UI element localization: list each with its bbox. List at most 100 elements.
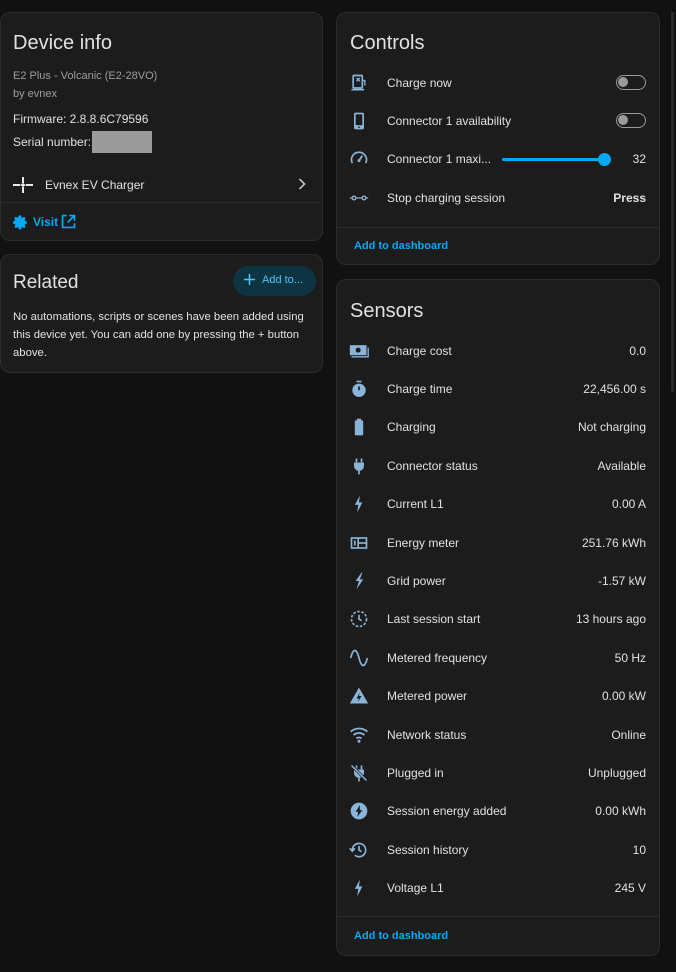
wifi-icon — [349, 725, 369, 745]
sensor-value: 50 Hz — [614, 651, 646, 665]
sensor-row[interactable]: Voltage L1 245 V — [337, 873, 659, 903]
sensors-card: Sensors Charge cost 0.0 Charge time 22,4… — [336, 279, 660, 956]
sensor-row[interactable]: Current L1 0.00 A — [337, 489, 659, 519]
sensor-row[interactable]: Network status Online — [337, 720, 659, 750]
sensor-value: Not charging — [577, 420, 646, 434]
sensor-value: Online — [611, 728, 646, 742]
history-icon — [349, 840, 369, 860]
meter-icon — [349, 533, 369, 553]
toggle-knob — [618, 115, 628, 125]
evnex-logo-icon — [12, 173, 34, 195]
firmware-version: Firmware: 2.8.8.6C79596 — [13, 112, 149, 126]
control-label[interactable]: Connector 1 availability — [387, 114, 511, 128]
sensor-row[interactable]: Plugged in Unplugged — [337, 758, 659, 788]
sensor-label: Charging — [387, 420, 436, 434]
sensor-row[interactable]: Session energy added 0.00 kWh — [337, 796, 659, 826]
scrollbar[interactable] — [671, 12, 674, 392]
sensor-value: 13 hours ago — [575, 612, 646, 626]
divider — [337, 227, 659, 228]
sensor-value: 22,456.00 s — [583, 382, 646, 396]
flash-icon — [349, 878, 369, 898]
circle-flash-icon — [349, 801, 369, 821]
sensor-value: 0.00 A — [611, 497, 646, 511]
sensor-row[interactable]: Charging Not charging — [337, 412, 659, 442]
connector-availability-toggle[interactable] — [616, 113, 646, 128]
sensors-title: Sensors — [350, 300, 424, 322]
sensor-row[interactable]: Charge time 22,456.00 s — [337, 374, 659, 404]
triangle-flash-icon — [349, 686, 369, 706]
sensor-row[interactable]: Grid power -1.57 kW — [337, 566, 659, 596]
serial-number-redacted — [92, 131, 153, 153]
sensor-row[interactable]: Metered frequency 50 Hz — [337, 643, 659, 673]
sensor-value: Available — [597, 459, 646, 473]
sensor-row[interactable]: Metered power 0.00 kW — [337, 681, 659, 711]
related-title: Related — [13, 272, 79, 293]
related-message: No automations, scripts or scenes have b… — [13, 311, 304, 359]
sensor-label: Grid power — [387, 574, 446, 588]
device-manufacturer: by evnex — [13, 88, 58, 100]
sensor-row[interactable]: Connector status Available — [337, 451, 659, 481]
control-label[interactable]: Charge now — [387, 76, 452, 90]
control-label[interactable]: Connector 1 maxi... — [387, 152, 491, 166]
add-to-button[interactable]: Add to... — [233, 266, 316, 296]
sensor-label: Session history — [387, 843, 469, 857]
battery-icon — [349, 417, 369, 437]
device-info-card: Device info E2 Plus - Volcanic (E2-28VO)… — [0, 12, 323, 241]
toggle-knob — [618, 77, 628, 87]
sensor-row[interactable]: Session history 10 — [337, 835, 659, 865]
plug-off-icon — [349, 763, 369, 783]
serial-number-label: Serial number: — [13, 135, 92, 150]
chevron-right-icon — [297, 177, 307, 196]
sensor-value: 251.76 kWh — [581, 536, 646, 550]
device-model: E2 Plus - Volcanic (E2-28VO) — [13, 70, 158, 82]
sensor-label: Energy meter — [387, 536, 460, 550]
sensor-label: Current L1 — [387, 497, 444, 511]
sensor-label: Network status — [387, 728, 467, 742]
timer-icon — [349, 379, 369, 399]
sensor-row[interactable]: Last session start 13 hours ago — [337, 604, 659, 634]
open-in-new-icon — [60, 213, 77, 235]
control-row-connector-max: Connector 1 maxi... 32 — [337, 144, 659, 174]
integration-label: Evnex EV Charger — [45, 178, 145, 192]
serial-number-row: Serial number: — [13, 131, 153, 155]
plug-icon — [349, 456, 369, 476]
sensors-add-to-dashboard[interactable]: Add to dashboard — [354, 930, 448, 942]
connector-max-slider-track[interactable] — [502, 158, 603, 161]
gear-icon — [12, 214, 29, 236]
related-card: Related Add to... No automations, script… — [0, 254, 323, 373]
sensor-label: Plugged in — [387, 766, 444, 780]
sensor-label: Charge time — [387, 382, 453, 396]
sensor-label: Voltage L1 — [387, 881, 444, 895]
device-info-title: Device info — [13, 32, 112, 54]
press-button[interactable]: Press — [613, 191, 646, 205]
divider — [337, 916, 659, 917]
sensor-row[interactable]: Charge cost 0.0 — [337, 336, 659, 366]
charge-now-toggle[interactable] — [616, 75, 646, 90]
connector-max-slider-thumb[interactable] — [598, 153, 611, 166]
sensor-value: 245 V — [614, 881, 646, 895]
control-row-connector-availability: Connector 1 availability — [337, 106, 659, 136]
sensor-value: -1.57 kW — [597, 574, 646, 588]
control-row-stop-charging: Stop charging session Press — [337, 183, 659, 213]
sensor-label: Charge cost — [387, 344, 452, 358]
sensor-label: Connector status — [387, 459, 478, 473]
sine-wave-icon — [349, 648, 369, 668]
sensor-row[interactable]: Energy meter 251.76 kWh — [337, 528, 659, 558]
tablet-icon — [349, 111, 369, 131]
ev-station-icon — [349, 73, 369, 93]
sensor-value: 0.0 — [629, 344, 646, 358]
sensor-label: Metered power — [387, 689, 468, 703]
sensor-label: Session energy added — [387, 804, 507, 818]
cash-icon — [349, 341, 369, 361]
divider — [1, 202, 322, 203]
controls-card: Controls Charge now Connector 1 availabi… — [336, 12, 660, 265]
integration-row[interactable]: Evnex EV Charger — [1, 169, 322, 201]
controls-add-to-dashboard[interactable]: Add to dashboard — [354, 240, 448, 252]
sensor-label: Last session start — [387, 612, 481, 626]
sensor-value: 0.00 kWh — [595, 804, 646, 818]
add-to-label: Add to... — [262, 274, 303, 286]
sensor-value: Unplugged — [587, 766, 646, 780]
button-dots-icon — [349, 188, 369, 208]
sensor-value: 10 — [632, 843, 646, 857]
control-value: 32 — [632, 152, 646, 166]
